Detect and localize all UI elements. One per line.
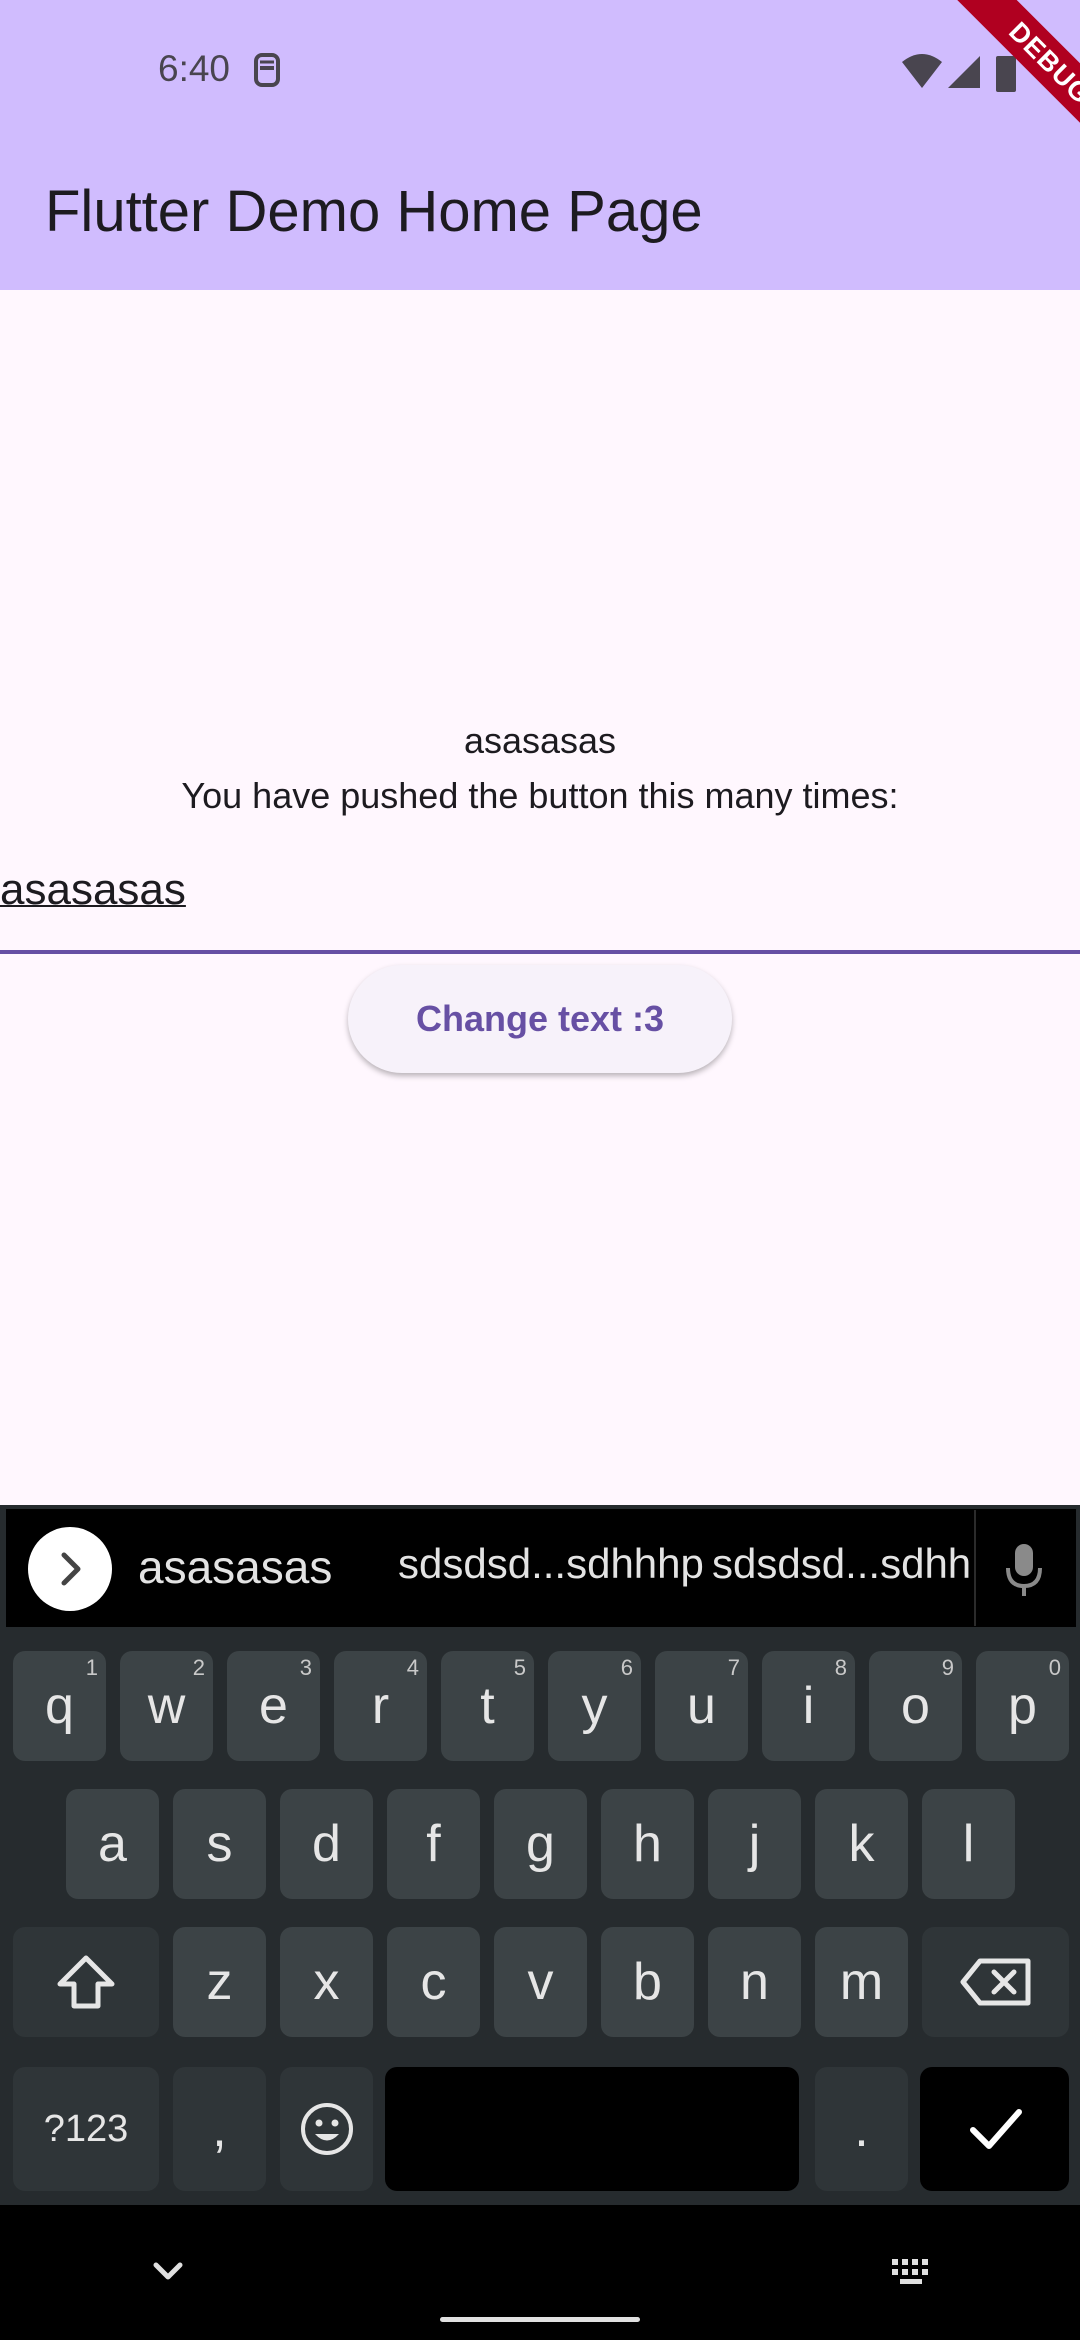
key-h[interactable]: h (601, 1789, 694, 1899)
key-i[interactable]: i8 (762, 1651, 855, 1761)
space-key[interactable] (385, 2067, 799, 2191)
keyboard-switch-icon[interactable] (890, 2257, 936, 2287)
emoji-key[interactable] (280, 2067, 373, 2191)
key-w[interactable]: w2 (120, 1651, 213, 1761)
key-f[interactable]: f (387, 1789, 480, 1899)
change-text-button[interactable]: Change text :3 (348, 965, 732, 1073)
key-z[interactable]: z (173, 1927, 266, 2037)
comma-key[interactable]: , (173, 2067, 266, 2191)
status-time: 6:40 (158, 48, 231, 89)
key-s[interactable]: s (173, 1789, 266, 1899)
suggestion-3[interactable]: sdsdsd...sdhh (712, 1540, 971, 1588)
shift-icon (57, 1955, 115, 2009)
hide-keyboard-icon[interactable] (148, 2257, 188, 2287)
counter-label: You have pushed the button this many tim… (181, 775, 899, 816)
key-u[interactable]: u7 (655, 1651, 748, 1761)
key-d[interactable]: d (280, 1789, 373, 1899)
debug-label: DEBUG (957, 0, 1080, 156)
key-m[interactable]: m (815, 1927, 908, 2037)
key-v[interactable]: v (494, 1927, 587, 2037)
emoji-icon (300, 2103, 353, 2155)
key-r[interactable]: r4 (334, 1651, 427, 1761)
key-o[interactable]: o9 (869, 1651, 962, 1761)
debug-banner: DEBUG (920, 0, 1080, 160)
chevron-right-icon (61, 1552, 81, 1586)
key-k[interactable]: k (815, 1789, 908, 1899)
check-icon (969, 2109, 1022, 2149)
key-b[interactable]: b (601, 1927, 694, 2037)
key-j[interactable]: j (708, 1789, 801, 1899)
text-input-underline (0, 950, 1080, 954)
period-key[interactable]: . (815, 2067, 908, 2191)
key-n[interactable]: n (708, 1927, 801, 2037)
enter-key[interactable] (920, 2067, 1069, 2191)
key-c[interactable]: c (387, 1927, 480, 2037)
shift-key[interactable] (13, 1927, 159, 2037)
home-handle[interactable] (440, 2317, 640, 2322)
symbols-key[interactable]: ?123 (13, 2067, 159, 2191)
key-g[interactable]: g (494, 1789, 587, 1899)
text-input[interactable]: asasasas (0, 865, 186, 915)
key-p[interactable]: p0 (976, 1651, 1069, 1761)
sim-icon (254, 53, 280, 87)
key-l[interactable]: l (922, 1789, 1015, 1899)
key-t[interactable]: t5 (441, 1651, 534, 1761)
key-e[interactable]: e3 (227, 1651, 320, 1761)
key-a[interactable]: a (66, 1789, 159, 1899)
key-x[interactable]: x (280, 1927, 373, 2037)
key-q[interactable]: q1 (13, 1651, 106, 1761)
page-title: Flutter Demo Home Page (45, 179, 703, 244)
backspace-key[interactable] (922, 1927, 1069, 2037)
suggestion-divider (974, 1510, 976, 1626)
backspace-icon (960, 1958, 1030, 2006)
suggestion-expand-button[interactable] (28, 1527, 112, 1611)
suggestion-1[interactable]: asasasas (138, 1540, 332, 1594)
suggestion-2[interactable]: sdsdsd...sdhhhp (398, 1540, 704, 1588)
key-y[interactable]: y6 (548, 1651, 641, 1761)
label-text: asasasas (463, 720, 617, 761)
mic-icon[interactable] (1002, 1540, 1046, 1600)
